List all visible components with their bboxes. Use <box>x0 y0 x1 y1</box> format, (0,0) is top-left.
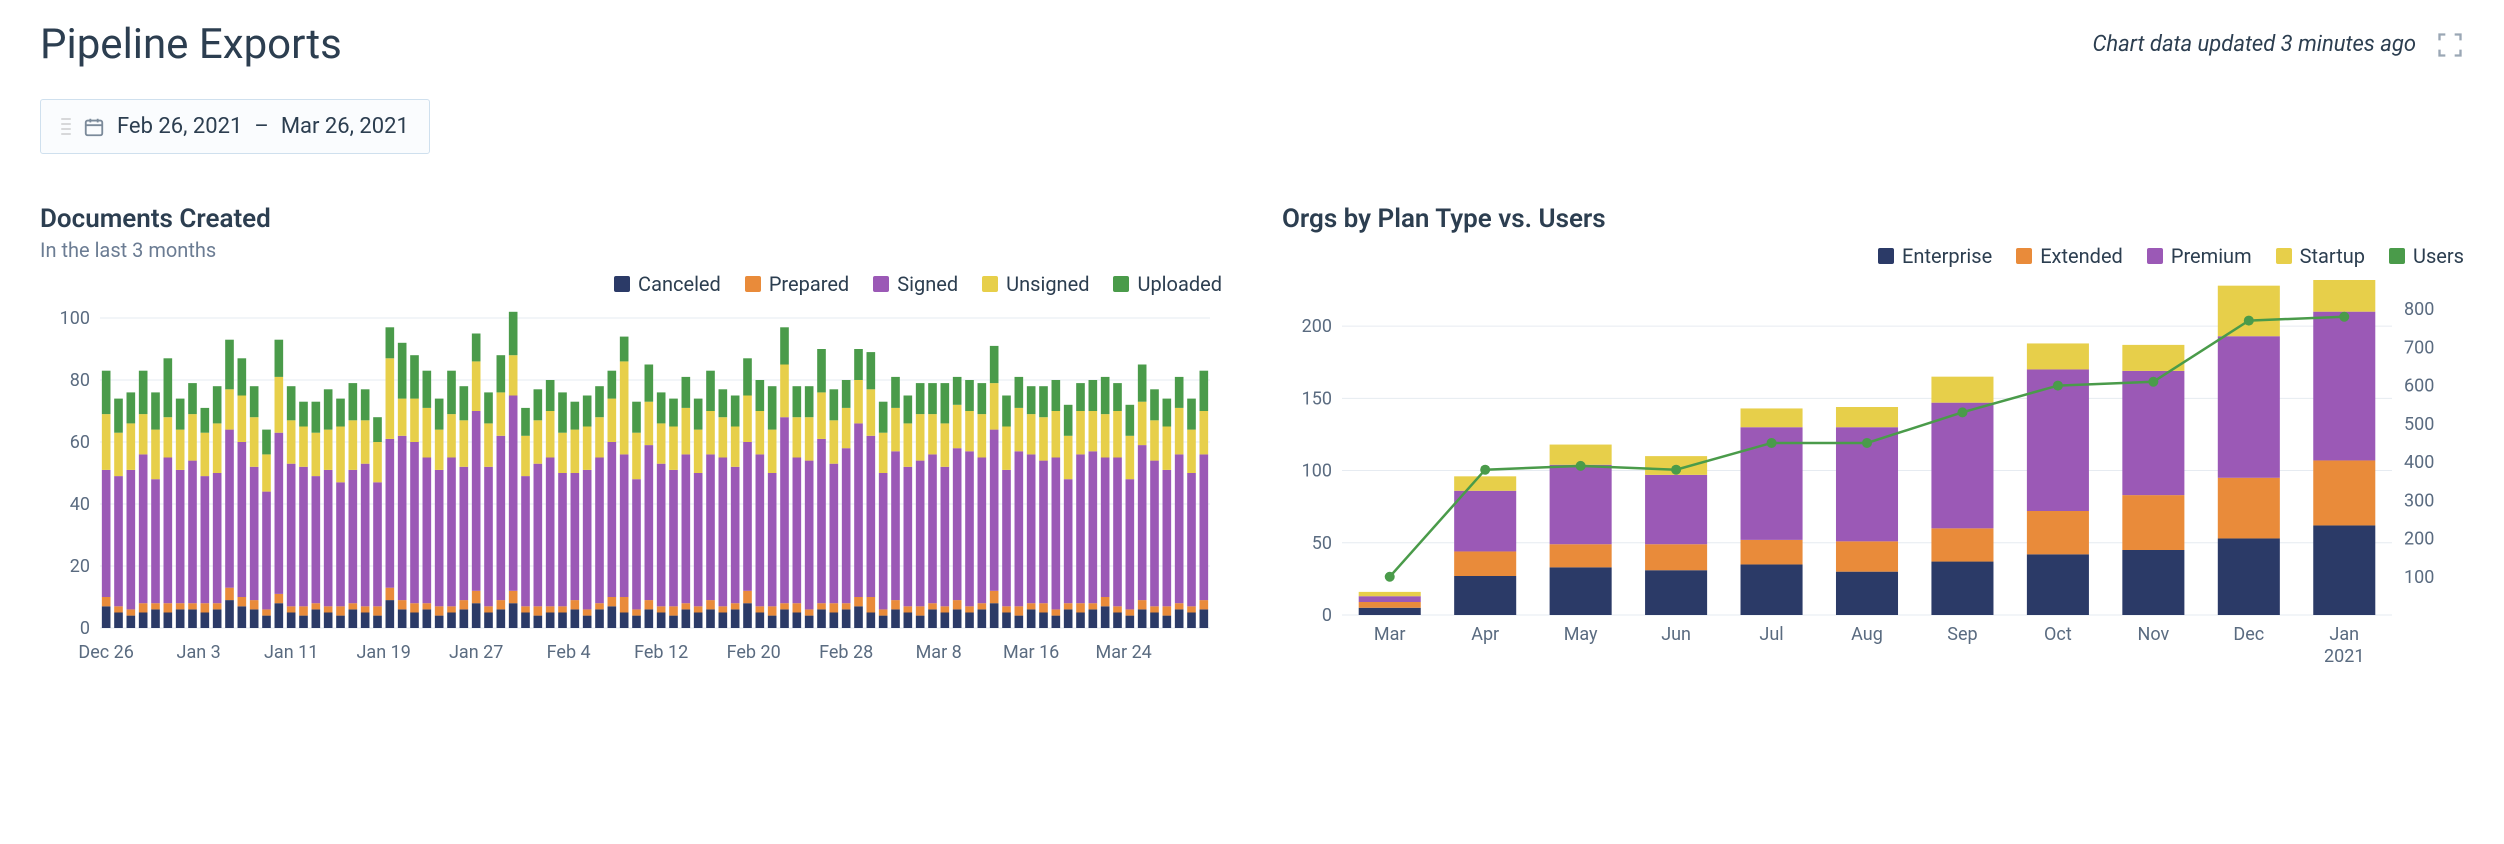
legend-label: Premium <box>2171 244 2252 268</box>
legend-label: Canceled <box>638 272 721 296</box>
svg-text:300: 300 <box>2404 490 2434 511</box>
legend-swatch <box>982 276 998 292</box>
legend-item[interactable]: Premium <box>2147 244 2252 268</box>
chart-title: Documents Created <box>40 204 1222 234</box>
svg-text:Feb 28: Feb 28 <box>819 642 873 663</box>
date-range-picker[interactable]: Feb 26, 2021 – Mar 26, 2021 <box>40 99 430 154</box>
legend-swatch <box>2389 248 2405 264</box>
svg-text:600: 600 <box>2404 376 2434 397</box>
svg-text:Sep: Sep <box>1947 624 1977 645</box>
legend-label: Signed <box>897 272 958 296</box>
svg-text:Oct: Oct <box>2044 624 2072 645</box>
svg-text:Jan 3: Jan 3 <box>177 642 221 663</box>
legend-label: Startup <box>2300 244 2365 268</box>
svg-text:80: 80 <box>70 370 90 391</box>
svg-text:60: 60 <box>70 432 90 453</box>
svg-text:2021: 2021 <box>2324 646 2364 667</box>
legend-item[interactable]: Unsigned <box>982 272 1089 296</box>
chart-title: Orgs by Plan Type vs. Users <box>1282 204 2464 234</box>
svg-text:Apr: Apr <box>1471 624 1499 645</box>
svg-text:20: 20 <box>70 556 90 577</box>
svg-text:Feb 4: Feb 4 <box>547 642 591 663</box>
legend-swatch <box>1878 248 1894 264</box>
legend-label: Uploaded <box>1137 272 1222 296</box>
svg-text:Nov: Nov <box>2138 624 2170 645</box>
chart-svg: 0 50 100 150 200 100 200 300 400 500 600 700 800 Mar A… <box>1282 280 2462 670</box>
svg-text:800: 800 <box>2404 299 2434 320</box>
legend-swatch <box>614 276 630 292</box>
svg-text:Mar 16: Mar 16 <box>1003 642 1059 663</box>
svg-text:Dec: Dec <box>2233 624 2264 645</box>
svg-text:0: 0 <box>80 618 90 639</box>
legend-item[interactable]: Canceled <box>614 272 721 296</box>
drag-handle-icon <box>61 118 71 135</box>
svg-text:100: 100 <box>2404 567 2434 588</box>
legend-swatch <box>1113 276 1129 292</box>
chart-legend: Enterprise Extended Premium Startup Users <box>1282 244 2464 268</box>
svg-text:200: 200 <box>2404 529 2434 550</box>
legend-item[interactable]: Enterprise <box>1878 244 1992 268</box>
svg-text:Feb 20: Feb 20 <box>727 642 781 663</box>
svg-text:Dec 26: Dec 26 <box>78 642 133 663</box>
svg-text:Aug: Aug <box>1851 624 1883 645</box>
svg-text:May: May <box>1564 624 1598 645</box>
legend-swatch <box>2016 248 2032 264</box>
legend-item[interactable]: Users <box>2389 244 2464 268</box>
svg-text:Jan 19: Jan 19 <box>356 642 410 663</box>
legend-swatch <box>873 276 889 292</box>
svg-text:40: 40 <box>70 494 90 515</box>
fullscreen-icon[interactable] <box>2436 31 2464 59</box>
svg-text:Jun: Jun <box>1661 624 1691 645</box>
legend-item[interactable]: Extended <box>2016 244 2123 268</box>
legend-label: Prepared <box>769 272 849 296</box>
legend-label: Users <box>2413 244 2464 268</box>
svg-text:Jul: Jul <box>1759 624 1783 645</box>
svg-text:Jan 27: Jan 27 <box>449 642 503 663</box>
svg-text:Mar: Mar <box>1374 624 1406 645</box>
legend-item[interactable]: Signed <box>873 272 958 296</box>
legend-swatch <box>2276 248 2292 264</box>
updated-timestamp: Chart data updated 3 minutes ago <box>2093 32 2417 57</box>
chart-svg: 0 20 40 60 80 100 Dec 26 Jan 3 Jan 11 Jan 19 Jan 2… <box>40 308 1220 668</box>
svg-text:150: 150 <box>1302 388 1332 409</box>
svg-text:0: 0 <box>1322 605 1332 626</box>
chart-subtitle: In the last 3 months <box>40 238 1222 262</box>
chart-legend: Canceled Prepared Signed Unsigned Uploaded <box>40 272 1222 296</box>
date-end: Mar 26, 2021 <box>281 114 409 139</box>
legend-item[interactable]: Startup <box>2276 244 2365 268</box>
legend-label: Unsigned <box>1006 272 1089 296</box>
svg-text:Jan 11: Jan 11 <box>264 642 318 663</box>
legend-swatch <box>2147 248 2163 264</box>
date-separator: – <box>254 114 268 139</box>
svg-text:700: 700 <box>2404 337 2434 358</box>
chart-orgs-by-plan: Orgs by Plan Type vs. Users Enterprise Ex… <box>1282 204 2464 674</box>
svg-text:Feb 12: Feb 12 <box>634 642 688 663</box>
calendar-icon <box>83 116 105 138</box>
svg-text:50: 50 <box>1312 533 1332 554</box>
svg-text:Mar 8: Mar 8 <box>916 642 962 663</box>
chart-documents-created: Documents Created In the last 3 months C… <box>40 204 1222 674</box>
svg-text:200: 200 <box>1302 316 1332 337</box>
legend-label: Extended <box>2040 244 2123 268</box>
page-title: Pipeline Exports <box>40 20 342 69</box>
legend-swatch <box>745 276 761 292</box>
svg-text:100: 100 <box>60 308 90 329</box>
legend-item[interactable]: Prepared <box>745 272 849 296</box>
date-start: Feb 26, 2021 <box>117 114 242 139</box>
svg-text:100: 100 <box>1302 461 1332 482</box>
svg-text:Mar 24: Mar 24 <box>1096 642 1152 663</box>
svg-text:500: 500 <box>2404 414 2434 435</box>
legend-item[interactable]: Uploaded <box>1113 272 1222 296</box>
legend-label: Enterprise <box>1902 244 1992 268</box>
svg-text:Jan: Jan <box>2329 624 2359 645</box>
svg-text:400: 400 <box>2404 452 2434 473</box>
